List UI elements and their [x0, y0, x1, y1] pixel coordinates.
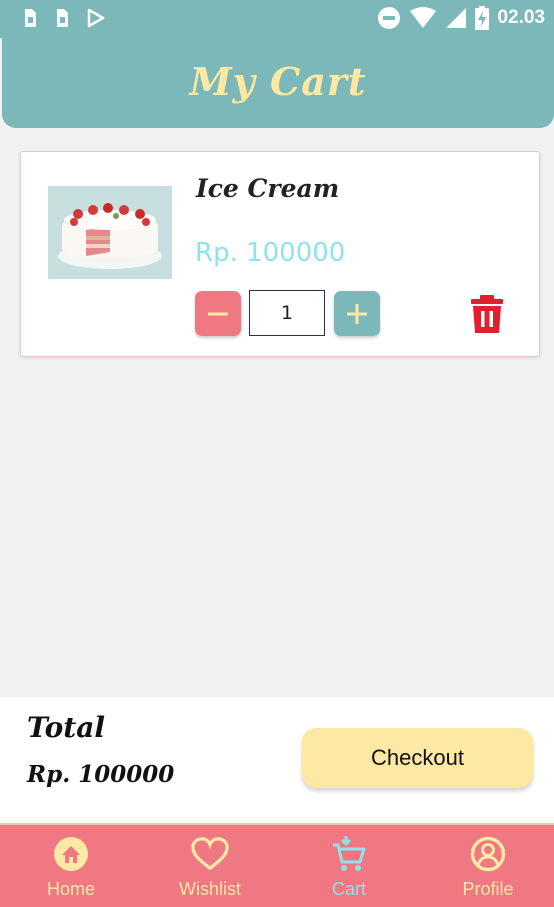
do-not-disturb-icon — [378, 7, 401, 29]
cart-summary: Total Rp. 100000 Checkout — [0, 697, 554, 823]
nav-label-wishlist: Wishlist — [179, 879, 241, 899]
nav-item-wishlist[interactable]: Wishlist — [150, 835, 270, 905]
item-name: Ice Cream — [196, 174, 340, 203]
plus-icon — [347, 303, 367, 324]
heart-icon — [191, 837, 229, 871]
increase-quantity-button[interactable] — [334, 291, 380, 336]
nav-item-cart[interactable]: Cart — [289, 835, 409, 905]
cake-image — [48, 186, 172, 279]
checkout-button[interactable]: Checkout — [302, 728, 533, 788]
bottom-navigation: Home Wishlist Cart Profile — [0, 823, 554, 907]
status-time: 02.03 — [497, 7, 545, 28]
nav-item-home[interactable]: Home — [11, 835, 131, 905]
nav-label-cart: Cart — [331, 879, 366, 899]
trash-icon — [471, 295, 503, 333]
page-title: My Cart — [189, 58, 367, 104]
item-price: Rp. 100000 — [195, 238, 346, 268]
profile-icon — [470, 836, 506, 872]
total-value: Rp. 100000 — [27, 761, 175, 788]
signal-icon — [446, 8, 467, 28]
battery-charging-icon — [475, 6, 490, 30]
quantity-field[interactable]: 1 — [249, 290, 325, 336]
sim-icon — [57, 9, 68, 27]
minus-icon — [208, 312, 228, 315]
wifi-icon — [410, 7, 437, 28]
cart-item-card: Ice Cream Rp. 100000 1 — [20, 151, 540, 357]
cart-icon — [333, 836, 366, 871]
home-icon — [54, 837, 88, 871]
nav-label-home: Home — [46, 879, 95, 899]
status-bar: 02.03 — [0, 0, 554, 38]
total-label: Total — [27, 711, 106, 744]
nav-label-profile: Profile — [462, 879, 514, 899]
decrease-quantity-button[interactable] — [195, 291, 241, 336]
delete-item-button[interactable] — [469, 294, 509, 334]
sim-icon — [25, 9, 36, 27]
nav-item-profile[interactable]: Profile — [428, 835, 548, 905]
play-store-icon — [87, 8, 105, 28]
app-header: My Cart — [2, 38, 554, 128]
